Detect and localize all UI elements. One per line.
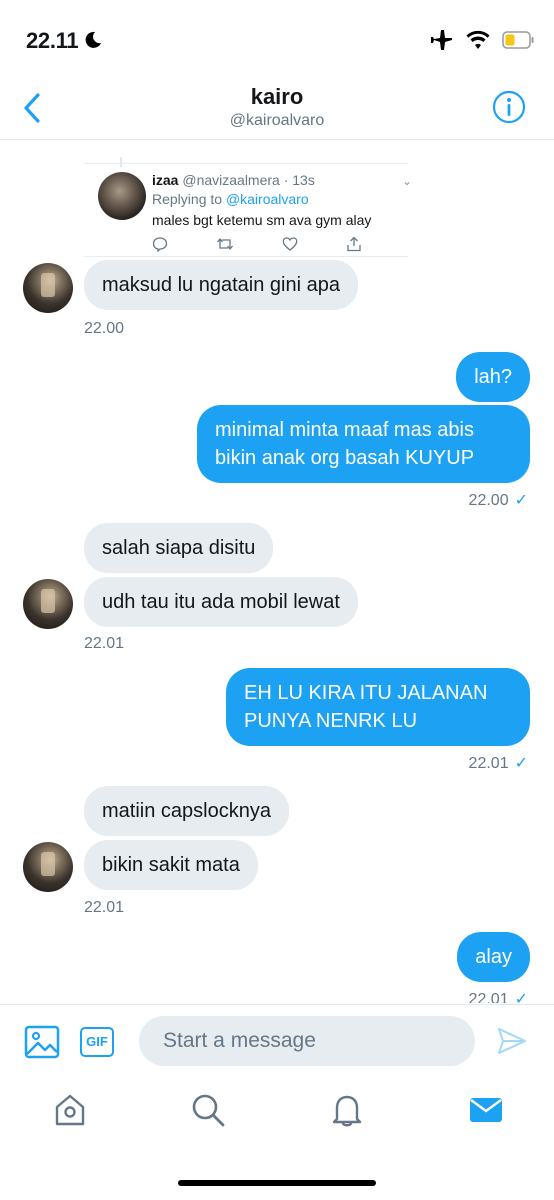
- status-time: 22.11: [26, 28, 79, 53]
- conversation-handle[interactable]: @kairoalvaro: [0, 112, 554, 130]
- timestamp-text: 22.00: [468, 492, 509, 509]
- send-icon[interactable]: [496, 1025, 528, 1057]
- battery-icon: [502, 31, 534, 49]
- quoted-tweet-actions: [152, 236, 362, 252]
- message-timestamp: 22.00 ✓: [469, 490, 528, 510]
- message-bubble-outgoing[interactable]: EH LU KIRA ITU JALANAN PUNYA NENRK LU: [226, 668, 530, 746]
- message-timestamp: 22.01: [84, 635, 125, 652]
- tab-bar: [0, 1076, 554, 1200]
- gif-button[interactable]: GIF: [80, 1027, 114, 1057]
- like-icon[interactable]: [282, 236, 298, 252]
- conversation-header: kairo @kairoalvaro: [0, 80, 554, 140]
- quoted-tweet-name: izaa: [152, 172, 179, 188]
- chevron-down-icon[interactable]: ⌄: [402, 174, 412, 188]
- sent-check-icon: ✓: [514, 755, 528, 772]
- replying-label: Replying to: [152, 191, 226, 207]
- contact-avatar[interactable]: [23, 579, 73, 629]
- notifications-icon[interactable]: [329, 1092, 365, 1128]
- reply-icon[interactable]: [152, 236, 168, 252]
- timestamp-text: 22.01: [468, 755, 509, 772]
- quoted-tweet-card[interactable]: izaa @navizaalmera · 13s ⌄ Replying to @…: [84, 163, 412, 257]
- message-input[interactable]: [139, 1016, 475, 1066]
- messages-icon[interactable]: [468, 1092, 504, 1128]
- message-timestamp: 22.01 ✓: [469, 753, 528, 773]
- retweet-icon[interactable]: [216, 236, 234, 252]
- message-bubble-incoming[interactable]: salah siapa disitu: [84, 523, 274, 573]
- quoted-tweet-avatar: [98, 172, 146, 220]
- moon-icon: [85, 31, 101, 48]
- sent-check-icon: ✓: [514, 991, 528, 1003]
- quoted-tweet-meta: @navizaalmera · 13s: [182, 172, 315, 188]
- quoted-tweet-author: izaa @navizaalmera · 13s: [152, 172, 315, 188]
- message-bubble-incoming[interactable]: matiin capslocknya: [84, 786, 289, 836]
- quoted-tweet-text: males bgt ketemu sm ava gym alay: [152, 212, 372, 228]
- sent-check-icon: ✓: [514, 492, 528, 509]
- message-bubble-incoming[interactable]: bikin sakit mata: [84, 840, 258, 890]
- message-composer: GIF: [0, 1004, 554, 1076]
- image-icon[interactable]: [24, 1025, 60, 1059]
- message-timestamp: 22.01 ✓: [469, 989, 528, 1003]
- quoted-tweet-replying: Replying to @kairoalvaro: [152, 191, 309, 207]
- airplane-icon: [431, 30, 452, 50]
- status-bar: 22.11: [0, 0, 554, 80]
- message-bubble-outgoing[interactable]: minimal minta maaf mas abis bikin anak o…: [197, 405, 530, 483]
- home-icon[interactable]: [52, 1092, 88, 1128]
- home-indicator[interactable]: [178, 1180, 376, 1186]
- wifi-icon: [466, 30, 490, 49]
- message-list[interactable]: izaa @navizaalmera · 13s ⌄ Replying to @…: [0, 141, 554, 1003]
- message-bubble-outgoing[interactable]: alay: [457, 932, 530, 982]
- message-bubble-incoming[interactable]: maksud lu ngatain gini apa: [84, 260, 358, 310]
- contact-avatar[interactable]: [23, 842, 73, 892]
- replying-mention[interactable]: @kairoalvaro: [226, 191, 309, 207]
- share-icon[interactable]: [346, 236, 362, 252]
- message-bubble-incoming[interactable]: udh tau itu ada mobil lewat: [84, 577, 358, 627]
- conversation-title[interactable]: kairo: [0, 84, 554, 110]
- message-timestamp: 22.00: [84, 320, 125, 337]
- contact-avatar[interactable]: [23, 263, 73, 313]
- message-bubble-outgoing[interactable]: lah?: [456, 352, 530, 402]
- message-timestamp: 22.01: [84, 899, 125, 916]
- info-icon[interactable]: [492, 90, 526, 124]
- search-icon[interactable]: [190, 1092, 226, 1128]
- timestamp-text: 22.01: [468, 991, 509, 1003]
